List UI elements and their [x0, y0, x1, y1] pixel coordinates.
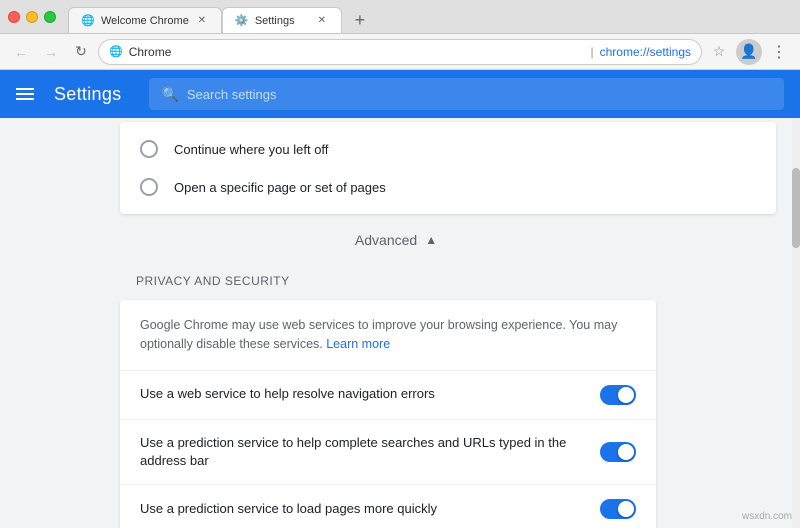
traffic-lights — [8, 11, 56, 23]
toggle-label-nav-errors: Use a web service to help resolve naviga… — [140, 385, 600, 403]
toggle-row-prediction: Use a prediction service to help complet… — [120, 420, 656, 485]
scrollbar-thumb[interactable] — [792, 168, 800, 248]
tab-welcome-close[interactable]: ✕ — [195, 14, 209, 28]
learn-more-link[interactable]: Learn more — [326, 337, 390, 351]
toggle-row-nav-errors: Use a web service to help resolve naviga… — [120, 371, 656, 420]
radio-specific-label: Open a specific page or set of pages — [174, 180, 386, 195]
toggle-row-load-pages: Use a prediction service to load pages m… — [120, 485, 656, 528]
radio-circle-continue — [140, 140, 158, 158]
tab-settings[interactable]: ⚙️ Settings ✕ — [222, 7, 342, 33]
settings-body: Continue where you left off Open a speci… — [0, 118, 800, 528]
tab-welcome-favicon: 🌐 — [81, 14, 95, 28]
toggle-label-prediction: Use a prediction service to help complet… — [140, 434, 600, 470]
privacy-info: Google Chrome may use web services to im… — [120, 300, 656, 371]
radio-continue-label: Continue where you left off — [174, 142, 328, 157]
search-bar[interactable]: 🔍 Search settings — [149, 78, 784, 110]
profile-button[interactable]: 👤 — [736, 39, 762, 65]
toggle-nav-errors[interactable] — [600, 385, 636, 405]
tab-welcome-label: Welcome Chrome — [101, 15, 189, 27]
startup-options-card: Continue where you left off Open a speci… — [120, 122, 776, 214]
close-window-button[interactable] — [8, 11, 20, 23]
hamburger-menu-button[interactable] — [16, 88, 34, 100]
toggle-load-pages[interactable] — [600, 499, 636, 519]
radio-continue[interactable]: Continue where you left off — [120, 130, 776, 168]
tab-settings-favicon: ⚙️ — [235, 14, 249, 28]
forward-button[interactable]: → — [38, 39, 64, 65]
url-bar[interactable]: 🌐 Chrome | chrome://settings — [98, 39, 702, 65]
settings-title: Settings — [54, 84, 121, 105]
advanced-section[interactable]: Advanced ▲ — [0, 214, 792, 266]
radio-specific[interactable]: Open a specific page or set of pages — [120, 168, 776, 206]
url-separator: | — [591, 45, 594, 59]
radio-circle-specific — [140, 178, 158, 196]
tabs-bar: 🌐 Welcome Chrome ✕ ⚙️ Settings ✕ + — [68, 0, 792, 33]
url-path: chrome://settings — [600, 45, 691, 59]
settings-header: Settings 🔍 Search settings — [0, 70, 800, 118]
menu-button[interactable]: ⋮ — [766, 39, 792, 65]
scrollbar-track — [792, 118, 800, 528]
toggle-thumb-prediction — [618, 444, 634, 460]
search-icon: 🔍 — [161, 86, 178, 103]
toggle-thumb-load-pages — [618, 501, 634, 517]
refresh-button[interactable]: ↻ — [68, 39, 94, 65]
url-protocol: Chrome — [129, 45, 585, 59]
settings-main: Continue where you left off Open a speci… — [0, 118, 792, 528]
privacy-card: Google Chrome may use web services to im… — [120, 300, 656, 528]
title-bar: 🌐 Welcome Chrome ✕ ⚙️ Settings ✕ + — [0, 0, 800, 34]
toggle-thumb-nav-errors — [618, 387, 634, 403]
tab-settings-close[interactable]: ✕ — [315, 14, 329, 28]
watermark: wsxdn.com — [742, 511, 792, 522]
address-bar: ← → ↻ 🌐 Chrome | chrome://settings ☆ 👤 ⋮ — [0, 34, 800, 70]
new-tab-button[interactable]: + — [346, 7, 374, 33]
toggle-label-load-pages: Use a prediction service to load pages m… — [140, 500, 600, 518]
chevron-up-icon: ▲ — [425, 233, 437, 247]
secure-icon: 🌐 — [109, 45, 123, 58]
maximize-window-button[interactable] — [44, 11, 56, 23]
search-input[interactable]: Search settings — [187, 87, 277, 102]
minimize-window-button[interactable] — [26, 11, 38, 23]
toggle-prediction[interactable] — [600, 442, 636, 462]
tab-welcome[interactable]: 🌐 Welcome Chrome ✕ — [68, 7, 222, 33]
back-button[interactable]: ← — [8, 39, 34, 65]
privacy-section-title: Privacy and security — [0, 266, 792, 296]
bookmark-button[interactable]: ☆ — [706, 39, 732, 65]
advanced-label: Advanced — [355, 232, 417, 248]
tab-settings-label: Settings — [255, 15, 309, 27]
